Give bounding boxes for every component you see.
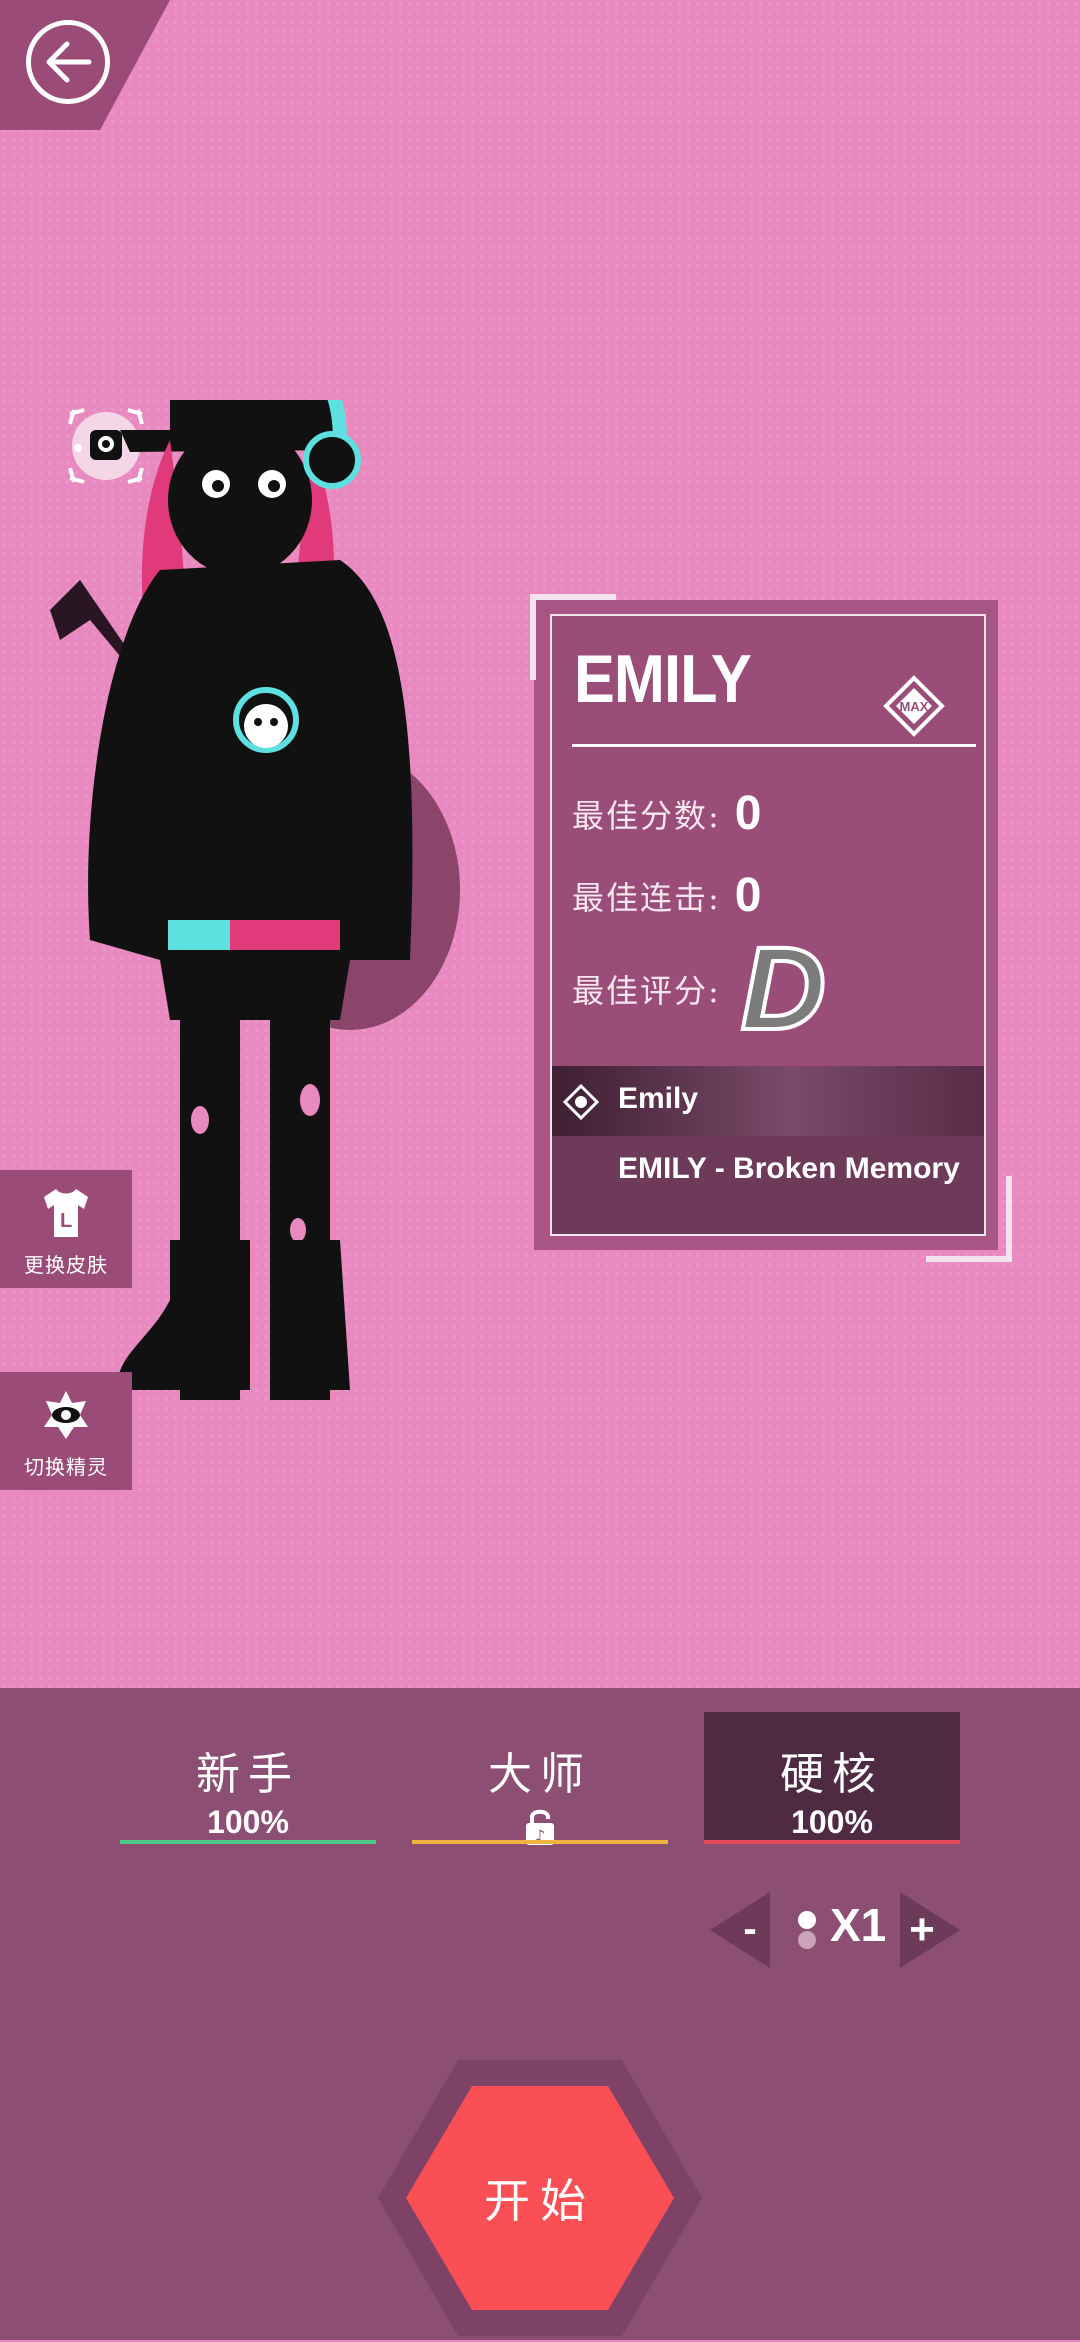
best-score-row: 最佳分数: 0 xyxy=(572,786,762,841)
best-combo-value: 0 xyxy=(734,869,762,922)
back-arrow-icon xyxy=(46,41,92,83)
max-badge-text: MAX xyxy=(900,699,929,714)
name-divider xyxy=(572,744,976,747)
start-label: 开始 xyxy=(484,2174,596,2228)
best-combo-row: 最佳连击: 0 xyxy=(572,868,762,923)
difficulty-easy[interactable]: 新手 100% xyxy=(120,1712,376,1844)
song-item-selected[interactable] xyxy=(552,1066,984,1136)
speed-minus-label: - xyxy=(743,1907,756,1951)
best-rank-row: 最佳评分: D xyxy=(572,923,828,1055)
selected-diamond-icon xyxy=(562,1083,600,1121)
difficulty-hardcore[interactable]: 硬核 100% xyxy=(704,1712,960,1844)
character-name: EMILY xyxy=(574,641,752,717)
song-title-2[interactable]: EMILY - Broken Memory xyxy=(618,1152,960,1186)
back-button[interactable] xyxy=(26,20,110,104)
best-score-label: 最佳分数: xyxy=(572,796,721,835)
speed-plus-label: + xyxy=(909,1905,935,1954)
difficulty-hardcore-name: 硬核 xyxy=(780,1749,884,1800)
speed-indicator-icon xyxy=(798,1911,816,1949)
change-skin-label: 更换皮肤 xyxy=(24,1253,108,1277)
best-rank-label: 最佳评分: xyxy=(572,972,721,1010)
eye-icon xyxy=(44,1391,88,1439)
best-rank-grade: D xyxy=(739,923,828,1055)
difficulty-easy-name: 新手 xyxy=(196,1749,300,1800)
difficulty-easy-underline xyxy=(120,1840,376,1844)
song-title-1[interactable]: Emily xyxy=(618,1082,698,1116)
max-heart-badge-icon: MAX xyxy=(883,675,945,737)
switch-sprite-button[interactable]: 切换精灵 xyxy=(0,1372,132,1490)
switch-sprite-label: 切换精灵 xyxy=(24,1455,108,1479)
difficulty-easy-progress: 100% xyxy=(207,1804,289,1840)
difficulty-master-underline xyxy=(412,1840,668,1844)
difficulty-master-name: 大师 xyxy=(488,1749,592,1800)
speed-increase-button[interactable]: + xyxy=(900,1892,960,1968)
best-combo-label: 最佳连击: xyxy=(572,878,721,917)
tshirt-icon: L xyxy=(44,1189,88,1237)
difficulty-hardcore-progress: 100% xyxy=(791,1804,873,1840)
svg-text:L: L xyxy=(60,1210,72,1232)
song-list: Emily EMILY - Broken Memory xyxy=(552,1066,984,1234)
speed-value: X1 xyxy=(830,1899,887,1951)
speed-decrease-button[interactable]: - xyxy=(710,1892,770,1968)
difficulty-master[interactable]: 大师 ♪ xyxy=(412,1712,668,1845)
change-skin-button[interactable]: L 更换皮肤 xyxy=(0,1170,132,1288)
best-score-value: 0 xyxy=(734,787,762,840)
difficulty-hardcore-underline xyxy=(704,1840,960,1844)
start-button[interactable]: 开始 xyxy=(376,2058,704,2338)
